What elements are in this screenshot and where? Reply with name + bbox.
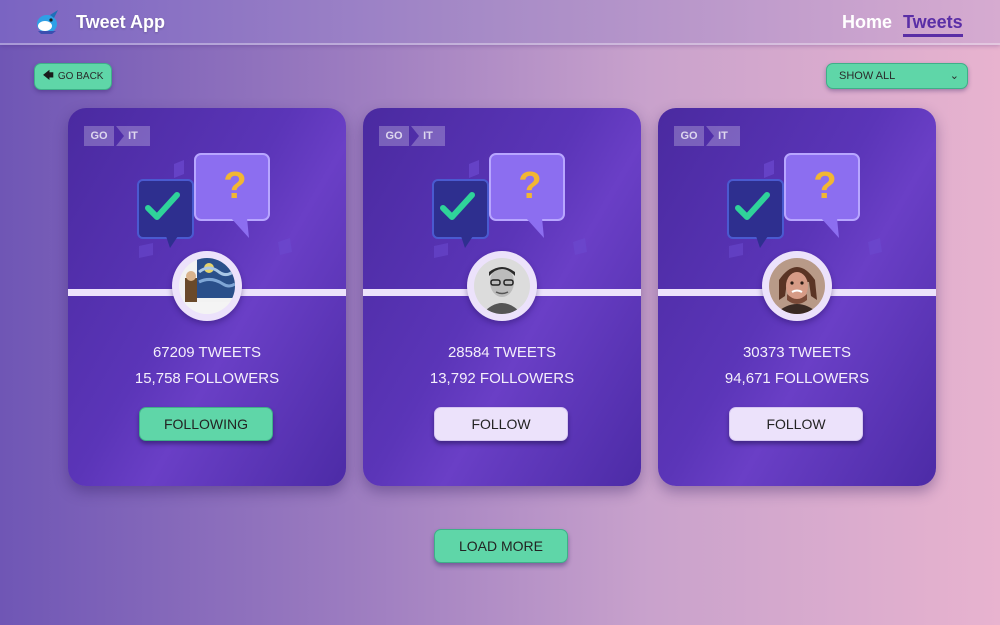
user-card: GO IT ? 28584 TWEETS 13,792 FOLLOWERS FO… xyxy=(363,108,641,486)
tweets-count: 30373 TWEETS xyxy=(742,344,852,361)
go-back-button[interactable]: 🡄 GO BACK xyxy=(34,63,112,90)
top-navigation-bar: Tweet App Home Tweets xyxy=(0,0,1000,45)
avatar-frame xyxy=(172,251,242,321)
filter-select[interactable]: SHOW ALL ⌄ xyxy=(826,63,968,89)
logo-it-text: IT xyxy=(116,126,150,146)
follow-button[interactable]: FOLLOW xyxy=(434,407,568,441)
goit-logo: GO IT xyxy=(674,126,740,146)
svg-text:?: ? xyxy=(813,165,836,207)
avatar xyxy=(769,258,825,314)
logo-it-text: IT xyxy=(706,126,740,146)
followers-count: 13,792 FOLLOWERS xyxy=(429,370,575,387)
app-title: Tweet App xyxy=(76,12,165,32)
user-card: GO IT ? 30373 TWEETS 94,671 FOLLOWERS FO… xyxy=(658,108,936,486)
follow-button-label: FOLLOW xyxy=(471,416,531,432)
followers-count: 94,671 FOLLOWERS xyxy=(724,370,870,387)
arrow-left-icon: 🡄 xyxy=(42,70,54,82)
avatar-frame xyxy=(762,251,832,321)
tweets-count: 67209 TWEETS xyxy=(152,344,262,361)
user-card: GO IT ? 67209 TWEETS 15,758 FOLLOWERS FO… xyxy=(68,108,346,486)
chevron-down-icon: ⌄ xyxy=(949,70,959,82)
following-button-label: FOLLOWING xyxy=(163,416,248,432)
logo-go-text: GO xyxy=(674,126,704,146)
svg-text:?: ? xyxy=(223,165,246,207)
goit-logo: GO IT xyxy=(84,126,150,146)
svg-text:?: ? xyxy=(518,165,541,207)
filter-selected-value: SHOW ALL xyxy=(839,70,896,82)
bird-logo-icon[interactable] xyxy=(32,7,62,37)
load-more-label: LOAD MORE xyxy=(458,538,543,554)
following-button[interactable]: FOLLOWING xyxy=(139,407,273,441)
nav-tweets-link[interactable]: Tweets xyxy=(903,12,963,37)
followers-count: 15,758 FOLLOWERS xyxy=(134,370,280,387)
logo-go-text: GO xyxy=(84,126,114,146)
avatar-frame xyxy=(467,251,537,321)
nav-home-link[interactable]: Home xyxy=(842,12,892,33)
avatar xyxy=(474,258,530,314)
goit-logo: GO IT xyxy=(379,126,445,146)
logo-go-text: GO xyxy=(379,126,409,146)
tweets-count: 28584 TWEETS xyxy=(447,344,557,361)
go-back-label: GO BACK xyxy=(57,71,104,82)
follow-button[interactable]: FOLLOW xyxy=(729,407,863,441)
logo-it-text: IT xyxy=(411,126,445,146)
follow-button-label: FOLLOW xyxy=(766,416,826,432)
avatar xyxy=(179,258,235,314)
load-more-button[interactable]: LOAD MORE xyxy=(434,529,568,563)
